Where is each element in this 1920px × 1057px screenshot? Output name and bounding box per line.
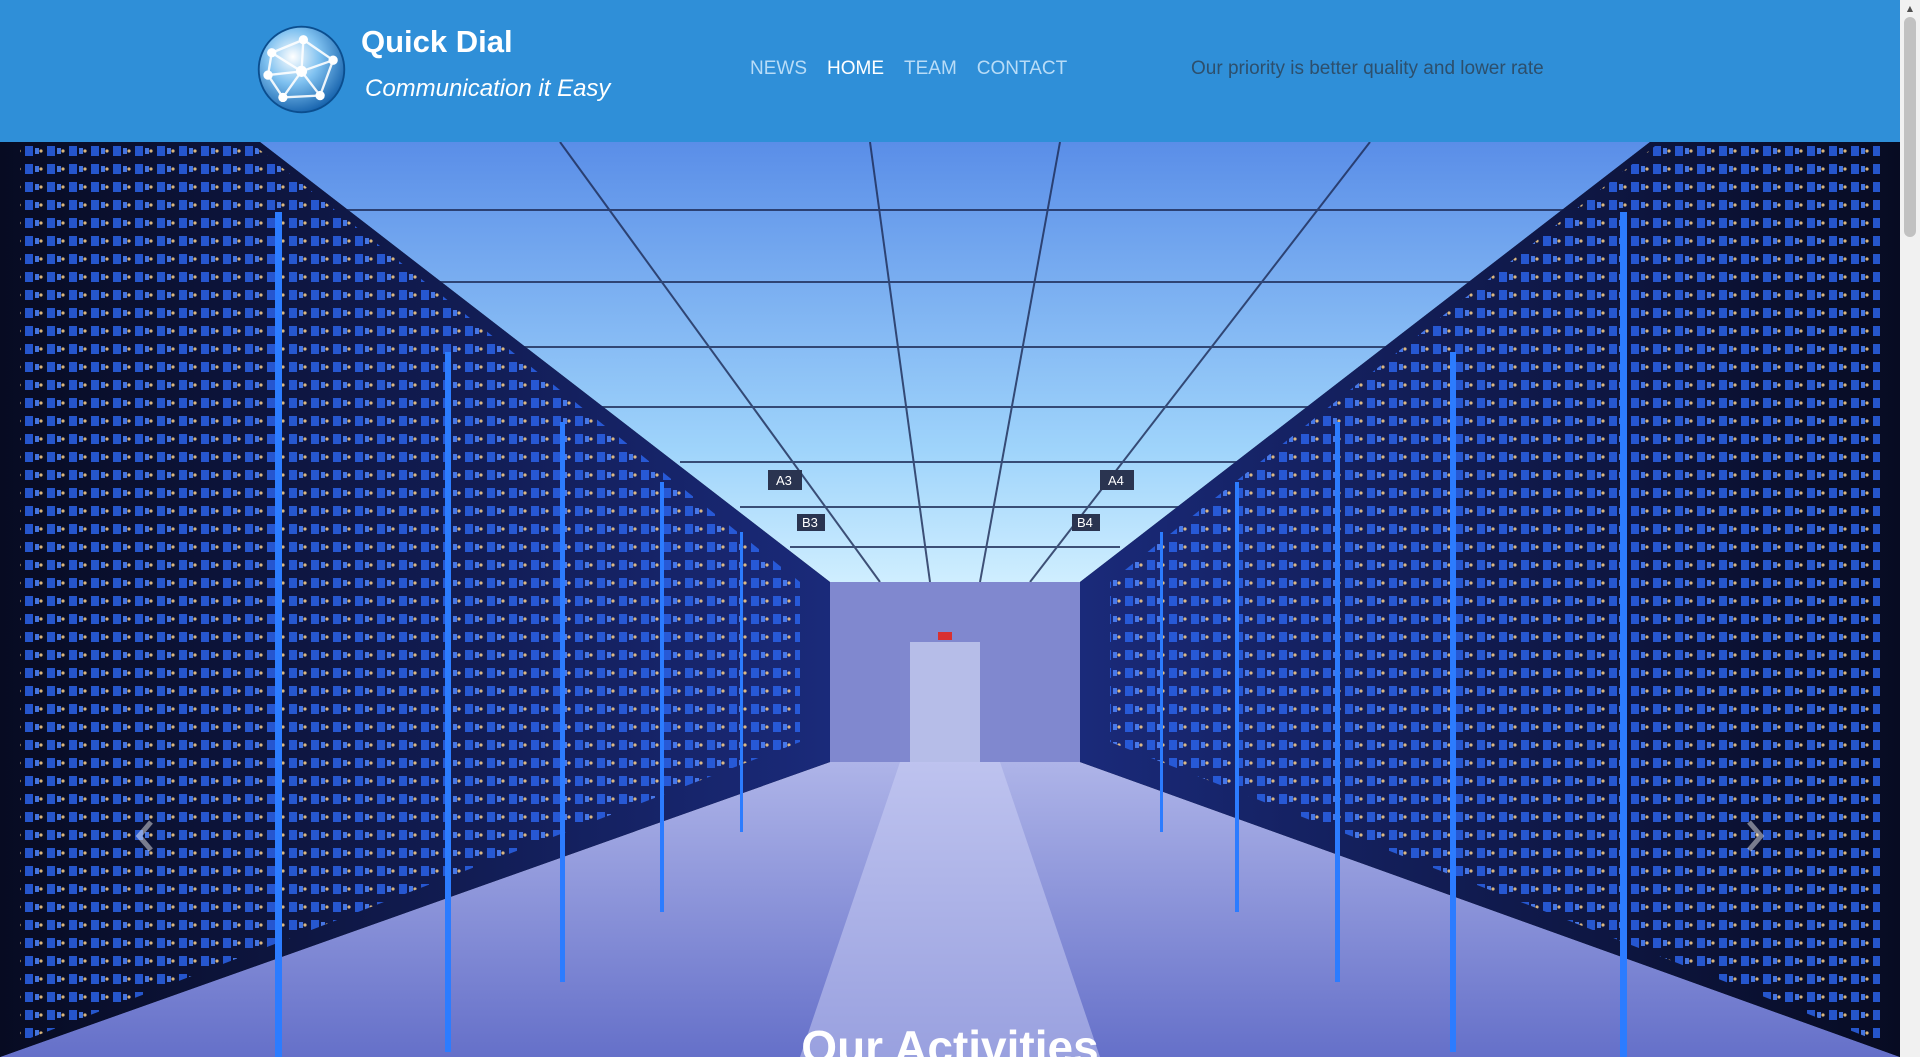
brand-name[interactable]: Quick Dial bbox=[361, 24, 513, 60]
nav-item-team[interactable]: TEAM bbox=[904, 58, 957, 80]
main-nav: NEWS HOME TEAM CONTACT bbox=[750, 58, 1067, 80]
server-room-image: A3 B3 A4 B4 bbox=[0, 142, 1900, 1057]
sign-b3: B3 bbox=[802, 515, 818, 530]
sign-b4: B4 bbox=[1077, 515, 1093, 530]
nav-item-contact[interactable]: CONTACT bbox=[977, 58, 1067, 80]
carousel-next-button[interactable] bbox=[1735, 812, 1775, 860]
activities-heading: Our Activities bbox=[801, 1021, 1099, 1057]
sign-a3: A3 bbox=[776, 473, 792, 488]
nav-item-news[interactable]: NEWS bbox=[750, 58, 807, 80]
scroll-thumb[interactable] bbox=[1904, 17, 1916, 237]
header-slogan: Our priority is better quality and lower… bbox=[1191, 58, 1544, 79]
carousel-prev-button[interactable] bbox=[125, 812, 165, 860]
globe-logo-icon[interactable] bbox=[255, 23, 348, 116]
nav-item-home[interactable]: HOME bbox=[827, 58, 884, 80]
chevron-left-icon bbox=[135, 820, 153, 852]
sign-a4: A4 bbox=[1108, 473, 1124, 488]
chevron-right-icon bbox=[1747, 820, 1765, 852]
scroll-up-icon[interactable]: ▲ bbox=[1900, 0, 1920, 17]
brand-tagline: Communication it Easy bbox=[365, 75, 611, 102]
site-header: Quick Dial Communication it Easy NEWS HO… bbox=[0, 0, 1900, 142]
page-scrollbar[interactable]: ▲ bbox=[1900, 0, 1920, 1057]
hero-carousel: A3 B3 A4 B4 bbox=[0, 142, 1900, 1057]
page: Quick Dial Communication it Easy NEWS HO… bbox=[0, 0, 1920, 1057]
